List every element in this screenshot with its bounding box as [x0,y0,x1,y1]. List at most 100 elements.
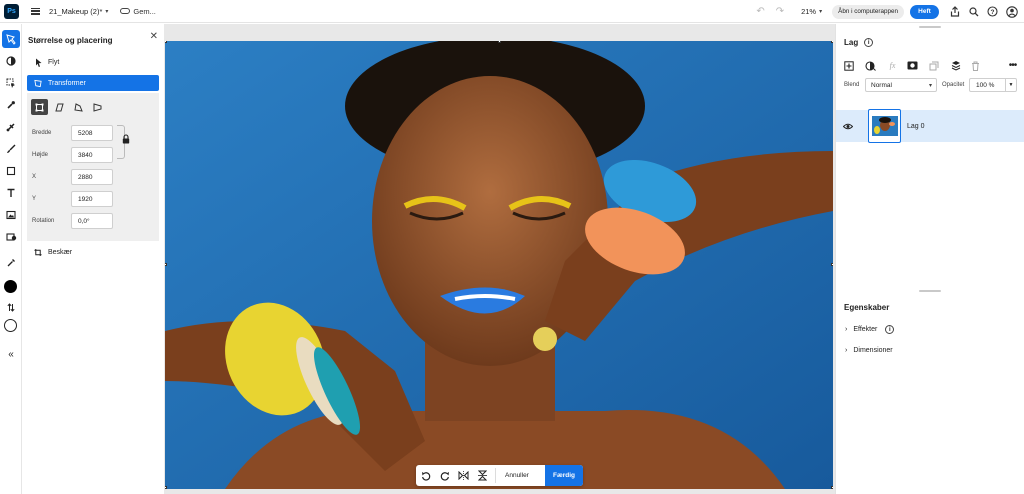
perspective-mode-icon[interactable] [89,99,106,115]
done-button[interactable]: Færdig [544,465,583,486]
transform-handle[interactable] [831,486,833,489]
cloud-icon [120,8,131,14]
eye-icon[interactable] [843,123,853,130]
chevron-down-icon: ▾ [819,9,823,15]
transform-tool-icon[interactable] [2,30,20,48]
layer-row[interactable]: Lag 0 [836,109,1024,143]
move-option[interactable]: Flyt [23,54,164,70]
rotation-input[interactable]: 0,0° [71,213,113,229]
cloud-save-status[interactable]: Gem... [120,7,156,16]
transform-option[interactable]: Transformer [27,75,159,91]
move-label: Flyt [48,58,60,66]
background-color-swatch[interactable] [4,319,17,332]
transform-action-bar: Annuller Færdig [416,465,583,486]
share-button[interactable]: Heft [910,4,939,19]
collapse-toolbar-icon[interactable]: « [2,345,20,363]
adjustments-tool-icon[interactable] [2,52,20,70]
document-title-dropdown[interactable]: 21_Makeup (2)* ▾ [49,7,108,16]
export-icon[interactable] [945,2,964,21]
foreground-color-swatch[interactable] [4,280,17,293]
properties-title: Egenskaber [844,303,890,312]
transform-label: Transformer [48,79,86,87]
redo-icon[interactable]: ↷ [776,6,784,17]
cancel-button[interactable]: Annuller [499,472,535,479]
layer-thumbnail[interactable] [868,109,901,143]
layer-name: Lag 0 [907,122,925,130]
open-in-desktop-button[interactable]: Åbn i computerappen [832,4,904,19]
layer-mask-icon[interactable] [906,59,919,72]
effects-section-toggle[interactable]: › Effekter i [845,325,895,334]
effects-fx-icon[interactable]: fx [886,59,899,72]
transform-handle[interactable] [165,41,167,43]
y-input[interactable]: 1920 [71,191,113,207]
zoom-dropdown[interactable]: 21% ▾ [801,7,822,16]
distort-mode-icon[interactable] [70,99,87,115]
tools-toolbar: « [0,24,22,494]
x-label: X [32,174,37,180]
info-icon[interactable]: i [885,325,895,334]
more-options-icon[interactable]: ••• [1006,59,1019,72]
search-icon[interactable] [964,2,983,21]
brush-tool-icon[interactable] [2,140,20,158]
height-label: Højde [32,152,49,158]
lock-icon[interactable] [122,134,130,146]
zoom-value: 21% [801,7,817,16]
info-icon[interactable]: i [864,38,874,47]
divider [495,468,496,483]
rotate-left-icon[interactable] [416,465,435,486]
blend-mode-select[interactable]: Normal ▾ [865,78,937,92]
healing-tool-icon[interactable] [2,118,20,136]
shape-tool-icon[interactable] [2,162,20,180]
y-label: Y [32,196,37,202]
transform-handle[interactable] [831,263,833,266]
transform-handle[interactable] [831,41,833,43]
dimensions-label: Dimensioner [853,347,893,354]
menu-icon[interactable] [31,7,40,15]
image-tool-icon[interactable] [2,206,20,224]
adjustment-layer-icon[interactable] [864,59,877,72]
opacity-value: 100 % [976,81,995,89]
transform-handle[interactable] [498,41,501,43]
delete-layer-icon[interactable] [969,59,982,72]
selection-tool-icon[interactable] [2,74,20,92]
layer-stack-icon[interactable] [949,59,962,72]
add-layer-icon[interactable] [842,59,855,72]
free-transform-mode-icon[interactable] [31,99,48,115]
opacity-input[interactable]: 100 % ▼ [969,78,1017,92]
avatar[interactable] [1002,2,1021,21]
swap-colors-icon[interactable] [2,298,20,316]
rotation-label: Rotation [32,218,55,224]
flip-horizontal-icon[interactable] [454,465,473,486]
chevron-down-icon[interactable]: ▼ [1005,79,1016,91]
quick-selection-tool-icon[interactable] [2,96,20,114]
canvas-area: Annuller Færdig [164,24,835,494]
crop-label: Beskær [48,248,73,256]
dimensions-section-toggle[interactable]: › Dimensioner [845,347,893,354]
transform-handle[interactable] [165,486,167,489]
help-icon[interactable]: ? [983,2,1002,21]
close-icon[interactable]: ✕ [150,31,158,42]
eyedropper-tool-icon[interactable] [2,254,20,272]
document-canvas-image[interactable] [165,41,833,489]
width-input[interactable]: 5208 [71,125,113,141]
x-input[interactable]: 2880 [71,169,113,185]
generative-fill-tool-icon[interactable] [2,228,20,246]
height-input[interactable]: 3840 [71,147,113,163]
transform-handle[interactable] [165,263,167,266]
portrait-photo [165,41,833,489]
skew-mode-icon[interactable] [51,99,68,115]
undo-icon[interactable]: ↶ [756,6,764,17]
size-and-position-panel: Størrelse og placering ✕ Flyt Transforme… [23,24,164,494]
rotate-right-icon[interactable] [435,465,454,486]
text-tool-icon[interactable] [2,184,20,202]
panel-drag-handle[interactable] [919,26,941,28]
transform-options: Bredde 5208 Højde 3840 X 2880 Y 1920 Rot… [27,93,159,241]
chevron-down-icon: ▾ [105,8,109,15]
clipping-mask-icon[interactable] [927,59,940,72]
transform-icon [34,79,42,88]
photoshop-logo[interactable]: Ps [4,3,19,19]
effects-label: Effekter [853,326,878,333]
panel-drag-handle[interactable] [919,290,941,292]
flip-vertical-icon[interactable] [473,465,492,486]
crop-option[interactable]: Beskær [23,244,164,260]
